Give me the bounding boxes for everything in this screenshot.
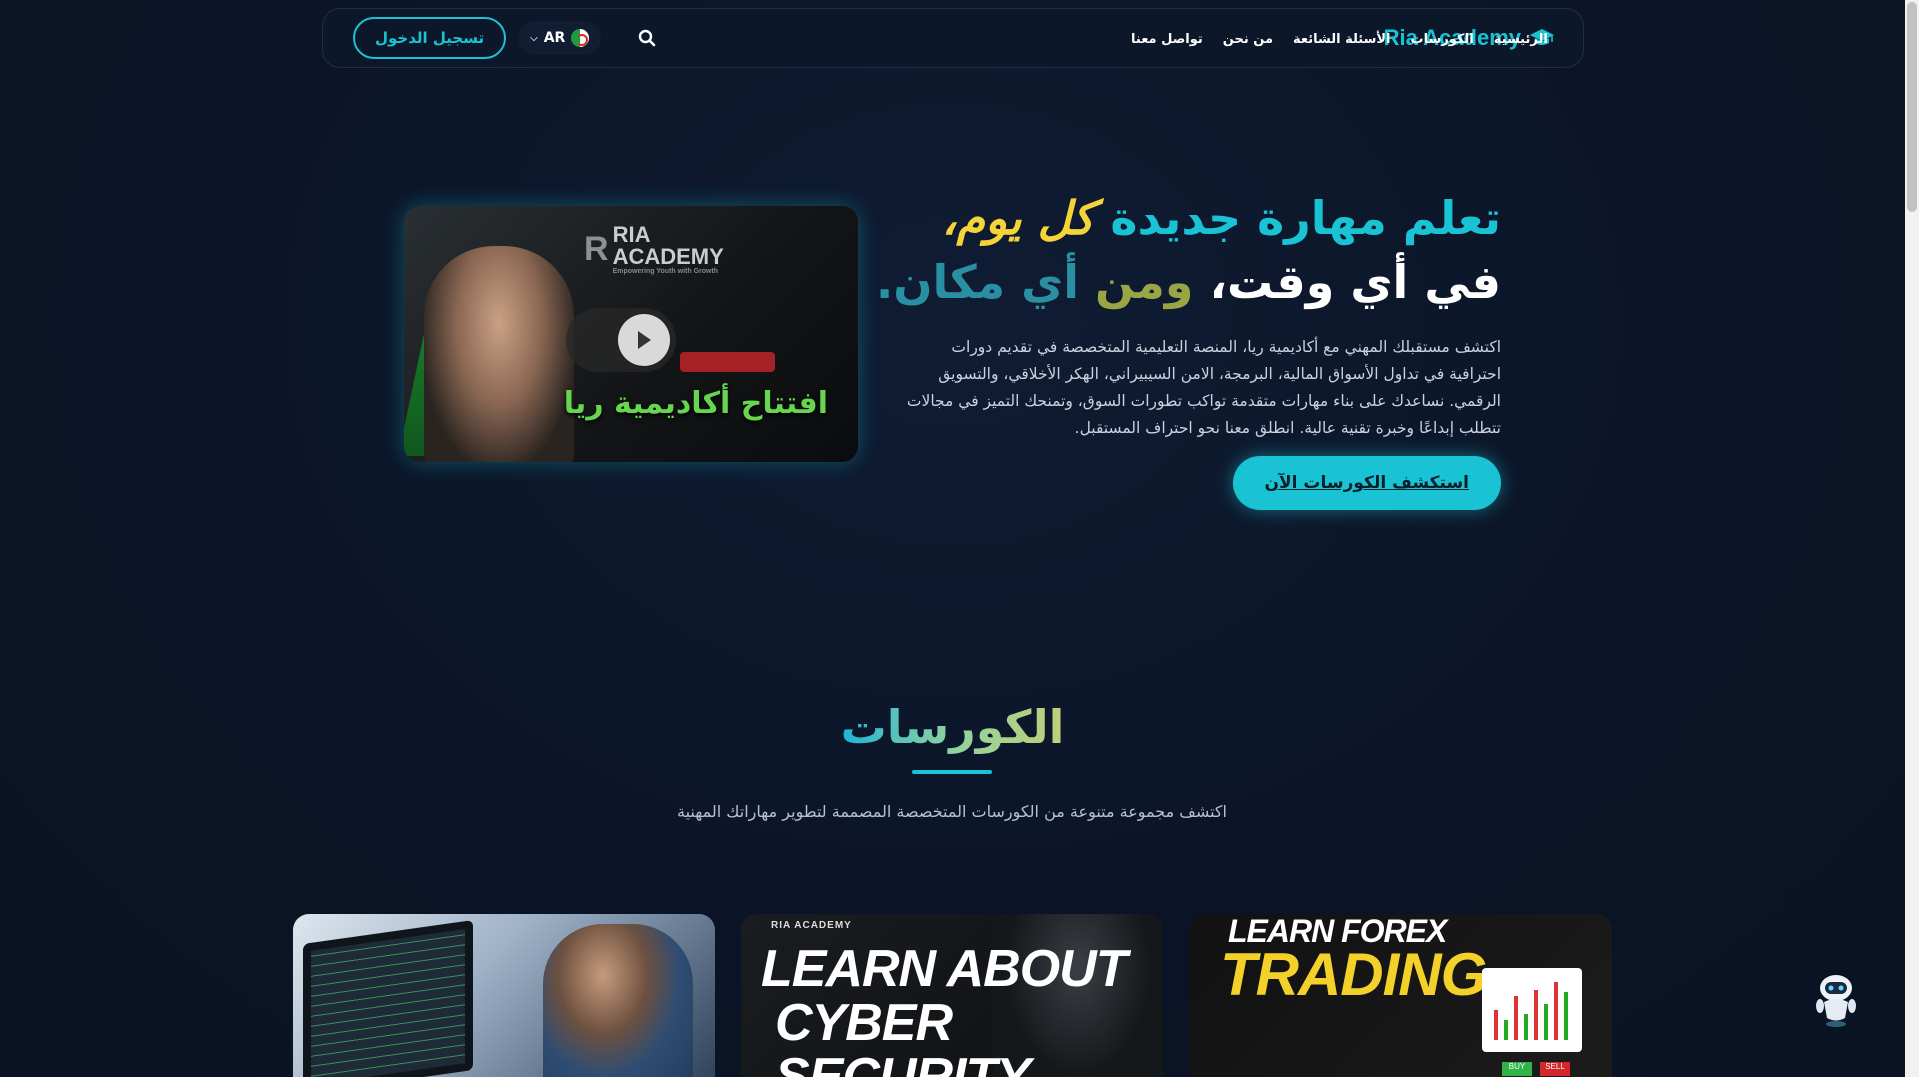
play-icon [618, 314, 670, 366]
video-caption: افتتاح أكاديمية ريا [563, 386, 828, 421]
nav-links: الرئيسية الكورسات الأسئلة الشائعة من نحن… [1131, 9, 1548, 69]
card-title-line2: CYBER SECURITY [775, 994, 1031, 1077]
page-scrollbar[interactable] [1905, 0, 1919, 1077]
hero-description: اكتشف مستقبلك المهني مع أكاديمية ريا، ال… [906, 338, 1501, 437]
explore-courses-button[interactable]: استكشف الكورسات الآن [1232, 456, 1501, 510]
courses-section-title: الكورسات [0, 700, 1905, 754]
top-navbar: تسجيل الدخول ⌵ AR الرئيسية الكورسات الأس… [322, 8, 1584, 68]
buy-label: BUY [1502, 1062, 1532, 1076]
hero-title-part5: أي مكان. [875, 255, 1079, 309]
hero-title-part1: تعلم مهارة جديدة [1094, 191, 1501, 245]
algeria-flag-icon [571, 29, 590, 47]
search-icon[interactable] [627, 18, 667, 58]
video-logo-line1: RIA [612, 222, 651, 247]
hero-text-block: تعلم مهارة جديدة كل يوم، في أي وقت، ومن … [801, 186, 1501, 442]
card-title-line1: LEARN ABOUT [761, 940, 1127, 998]
sell-label: SELL [1540, 1062, 1570, 1076]
hero-video-thumbnail[interactable]: R RIA ACADEMY Empowering Youth with Grow… [404, 206, 858, 462]
video-presenter [424, 246, 574, 462]
hero-title: تعلم مهارة جديدة كل يوم، في أي وقت، ومن … [801, 186, 1501, 314]
login-button[interactable]: تسجيل الدخول [353, 17, 507, 59]
nav-link-contact[interactable]: تواصل معنا [1131, 32, 1203, 47]
hero-title-part3: في أي وقت، [1193, 255, 1501, 309]
hero-title-part2: كل يوم، [941, 191, 1095, 245]
video-play-button[interactable] [566, 308, 676, 372]
courses-title-text: الكورسات [840, 700, 1065, 754]
hero-title-part4: ومن [1079, 255, 1194, 309]
chevron-down-icon: ⌵ [530, 32, 538, 44]
language-selector[interactable]: ⌵ AR [518, 21, 602, 55]
nav-actions: تسجيل الدخول ⌵ AR [353, 17, 667, 59]
nav-link-about[interactable]: من نحن [1223, 32, 1273, 47]
laptop-image [303, 920, 473, 1077]
page: تسجيل الدخول ⌵ AR الرئيسية الكورسات الأس… [0, 0, 1905, 1077]
course-card-cyber-security[interactable]: RIA ACADEMY LEARN ABOUT CYBER SECURITY [741, 914, 1163, 1077]
chat-robot-icon[interactable] [1812, 972, 1860, 1028]
card-title-line2: TRADING [1220, 941, 1487, 1008]
video-logo: R RIA ACADEMY Empowering Youth with Grow… [584, 222, 724, 276]
courses-subtitle: اكتشف مجموعة متنوعة من الكورسات المتخصصة… [677, 802, 1227, 821]
title-underline [912, 770, 992, 774]
trading-chart-image [1482, 968, 1582, 1052]
card-brand-text: RIA ACADEMY [771, 920, 852, 931]
language-code: AR [543, 30, 566, 46]
course-card-programming[interactable] [293, 914, 715, 1077]
video-logo-tagline: Empowering Youth with Growth [612, 268, 719, 275]
student-image [543, 924, 693, 1077]
nav-link-faq[interactable]: الأسئلة الشائعة [1293, 32, 1391, 47]
video-logo-line2: ACADEMY [612, 244, 724, 269]
video-red-tag [680, 352, 775, 372]
nav-link-courses[interactable]: الكورسات [1411, 32, 1474, 47]
course-card-forex[interactable]: LEARN FOREX TRADING BUY SELL [1190, 914, 1612, 1077]
video-logo-mark: R [584, 230, 609, 268]
scrollbar-thumb[interactable] [1907, 2, 1917, 212]
nav-link-home[interactable]: الرئيسية [1494, 32, 1548, 47]
